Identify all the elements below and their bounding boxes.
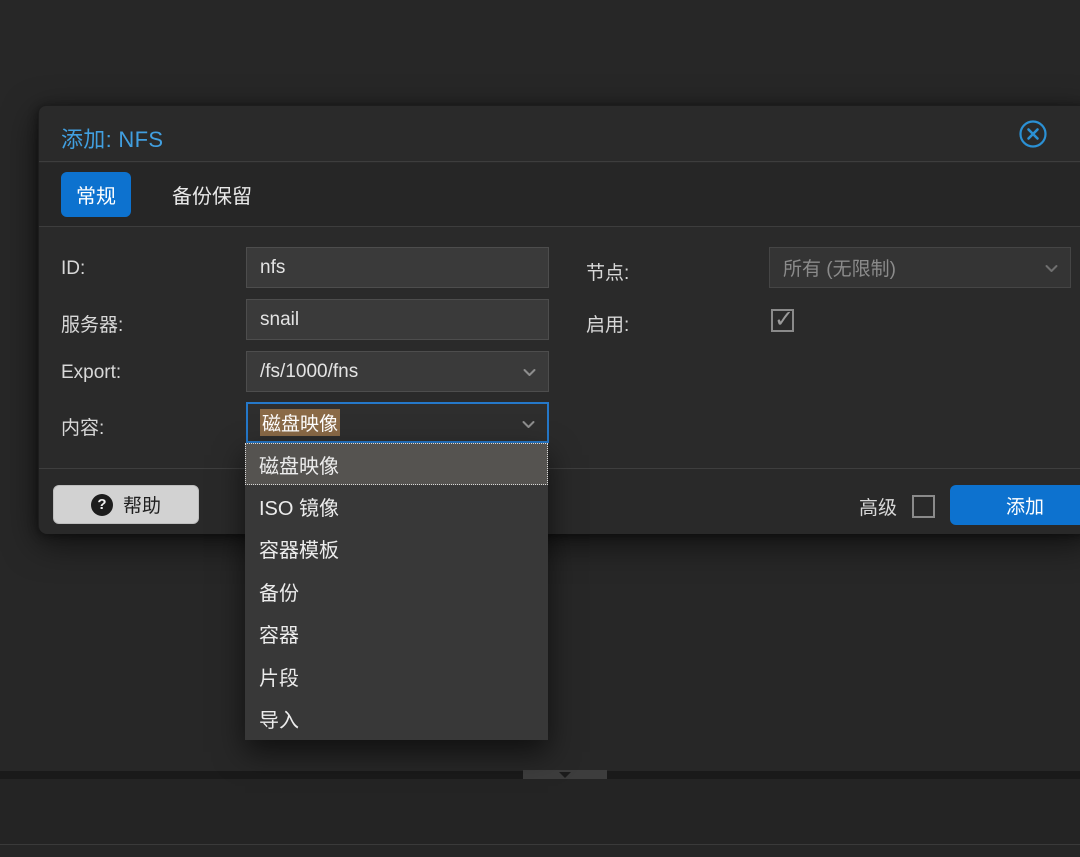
content-dropdown-list: 磁盘映像 ISO 镜像 容器模板 备份 容器 片段 导入 [245, 443, 548, 740]
add-button[interactable]: 添加 [950, 485, 1080, 525]
status-bar [0, 845, 1080, 857]
node-combobox[interactable]: 所有 (无限制) [769, 247, 1071, 288]
dropdown-item-iso-image[interactable]: ISO 镜像 [245, 485, 548, 527]
id-input[interactable] [247, 248, 548, 287]
dropdown-item-container-template[interactable]: 容器模板 [245, 528, 548, 570]
dialog-header: 添加: NFS [39, 106, 1080, 162]
id-field[interactable] [246, 247, 549, 288]
dropdown-item-backup[interactable]: 备份 [245, 570, 548, 612]
close-icon[interactable] [1018, 119, 1048, 149]
dropdown-item-container[interactable]: 容器 [245, 613, 548, 655]
id-label: ID: [61, 258, 85, 280]
node-value: 所有 (无限制) [783, 254, 896, 281]
content-combobox[interactable]: 磁盘映像 [246, 402, 549, 443]
advanced-checkbox[interactable] [912, 495, 935, 518]
server-label: 服务器: [61, 310, 123, 337]
advanced-label: 高级 [859, 493, 897, 520]
export-label: Export: [61, 362, 121, 384]
tab-general[interactable]: 常规 [61, 172, 131, 217]
checkmark-icon: ✓ [774, 305, 794, 334]
enable-label: 启用: [586, 310, 629, 337]
enable-checkbox[interactable]: ✓ [771, 309, 794, 332]
export-combobox[interactable]: /fs/1000/fns [246, 351, 549, 392]
question-icon: ? [91, 494, 113, 516]
dialog-footer: ? 帮助 高级 添加 [39, 468, 1080, 534]
chevron-down-icon [520, 416, 537, 433]
dialog-title: 添加: NFS [61, 122, 163, 154]
tab-bar: 常规 备份保留 [39, 163, 1080, 227]
dropdown-item-import[interactable]: 导入 [245, 697, 548, 739]
tab-backup-retention[interactable]: 备份保留 [157, 172, 267, 217]
content-value-selected: 磁盘映像 [260, 409, 340, 436]
chevron-down-icon [521, 364, 538, 381]
advanced-option: 高级 [859, 493, 935, 520]
bottom-log-panel [0, 779, 1080, 844]
content-label: 内容: [61, 413, 104, 440]
add-nfs-dialog: 添加: NFS 常规 备份保留 ID: 服务器: Export: 内容: /fs… [38, 105, 1080, 533]
help-button-label: 帮助 [123, 491, 161, 518]
help-button[interactable]: ? 帮助 [53, 485, 199, 524]
splitter-collapse-handle[interactable] [523, 770, 607, 779]
server-field[interactable] [246, 299, 549, 340]
dropdown-item-snippets[interactable]: 片段 [245, 655, 548, 697]
server-input[interactable] [247, 300, 548, 339]
chevron-down-icon [559, 772, 571, 778]
node-label: 节点: [586, 258, 629, 285]
chevron-down-icon [1043, 260, 1060, 277]
export-value: /fs/1000/fns [260, 361, 358, 383]
dropdown-item-disk-image[interactable]: 磁盘映像 [245, 443, 548, 485]
